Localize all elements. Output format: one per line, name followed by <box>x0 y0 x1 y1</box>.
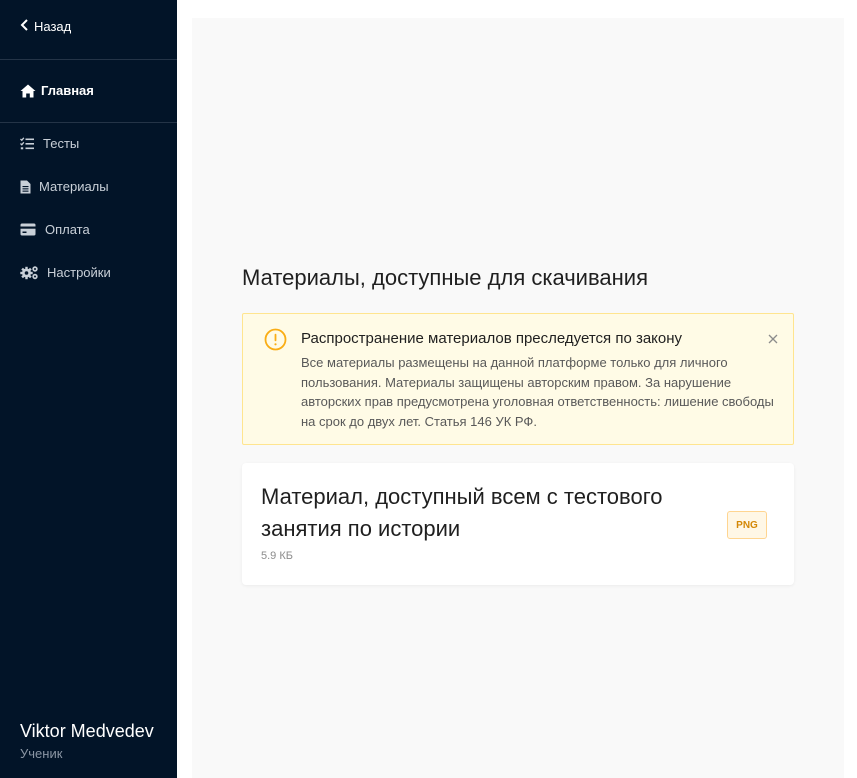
sidebar-item-materials[interactable]: Материалы <box>20 179 109 194</box>
back-button[interactable]: Назад <box>20 19 71 34</box>
tasks-icon <box>20 137 34 150</box>
sidebar-item-payment[interactable]: Оплата <box>20 222 90 237</box>
sidebar-item-label: Настройки <box>47 265 111 280</box>
cogs-icon <box>20 265 39 280</box>
sidebar-divider <box>0 59 177 60</box>
file-icon <box>20 180 31 194</box>
chevron-left-icon <box>20 19 29 34</box>
sidebar: Назад Главная Тесты Материалы Оплата Нас… <box>0 0 177 778</box>
file-type-badge: PNG <box>727 511 767 539</box>
main-content: Материалы, доступные для скачивания Расп… <box>192 18 844 778</box>
user-name: Viktor Medvedev <box>20 721 154 741</box>
alert-text: Все материалы размещены на данной платфо… <box>301 355 774 430</box>
back-label: Назад <box>34 19 72 34</box>
material-card[interactable]: Материал, доступный всем с тестового зан… <box>242 463 794 585</box>
alert-title: Распространение материалов преследуется … <box>301 330 683 347</box>
sidebar-item-label: Материалы <box>39 179 109 194</box>
material-size: 5.9 КБ <box>261 550 293 562</box>
sidebar-item-settings[interactable]: Настройки <box>20 265 111 280</box>
page-title: Материалы, доступные для скачивания <box>242 265 648 290</box>
sidebar-divider <box>0 122 177 123</box>
user-role: Ученик <box>20 746 63 761</box>
sidebar-item-label: Главная <box>41 83 94 98</box>
sidebar-item-tests[interactable]: Тесты <box>20 136 79 151</box>
home-icon <box>20 84 36 98</box>
credit-card-icon <box>20 223 36 236</box>
warning-alert: Распространение материалов преследуется … <box>242 313 794 445</box>
sidebar-item-home[interactable]: Главная <box>20 83 94 98</box>
material-title[interactable]: Материал, доступный всем с тестового зан… <box>261 481 701 545</box>
close-icon[interactable] <box>768 331 778 349</box>
sidebar-item-label: Тесты <box>43 136 80 151</box>
exclamation-circle-icon <box>264 328 287 356</box>
sidebar-item-label: Оплата <box>45 222 90 237</box>
